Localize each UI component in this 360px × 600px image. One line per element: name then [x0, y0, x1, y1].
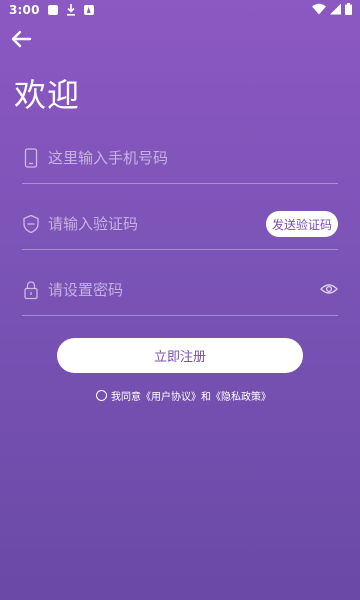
- app-notification-icon: [83, 5, 94, 15]
- notification-square-icon: [47, 5, 58, 15]
- eye-icon[interactable]: [320, 281, 338, 297]
- agree-checkbox[interactable]: [96, 389, 107, 401]
- signal-icon: [330, 3, 341, 15]
- status-left: 3:00: [0, 3, 94, 17]
- user-agreement-link[interactable]: 《用户协议》: [141, 388, 201, 403]
- phone-field: [22, 137, 338, 184]
- phone-input[interactable]: [48, 145, 278, 171]
- status-time: 3:00: [9, 3, 40, 17]
- register-button[interactable]: 立即注册: [57, 338, 303, 373]
- status-bar: 3:00: [0, 0, 360, 20]
- status-right: [312, 3, 352, 15]
- agreement-conjunction: 和: [201, 391, 211, 403]
- lock-icon: [24, 281, 38, 300]
- wifi-icon: [312, 3, 326, 15]
- password-input[interactable]: [48, 277, 278, 303]
- code-input[interactable]: [48, 211, 278, 237]
- page-title: 欢迎: [14, 76, 81, 114]
- privacy-policy-link[interactable]: 《隐私政策》: [211, 388, 271, 403]
- battery-icon: [345, 3, 352, 15]
- back-arrow-icon[interactable]: [10, 30, 32, 48]
- phone-icon: [24, 148, 38, 168]
- download-icon: [66, 4, 75, 16]
- send-code-button[interactable]: 发送验证码: [266, 211, 338, 237]
- agreement-row: 我同意 《用户协议》 和 《隐私政策》: [96, 388, 271, 403]
- password-field: [22, 269, 338, 316]
- agreement-prefix: 我同意: [111, 391, 141, 403]
- code-field: 发送验证码: [22, 203, 338, 250]
- code-badge-icon: [23, 214, 39, 234]
